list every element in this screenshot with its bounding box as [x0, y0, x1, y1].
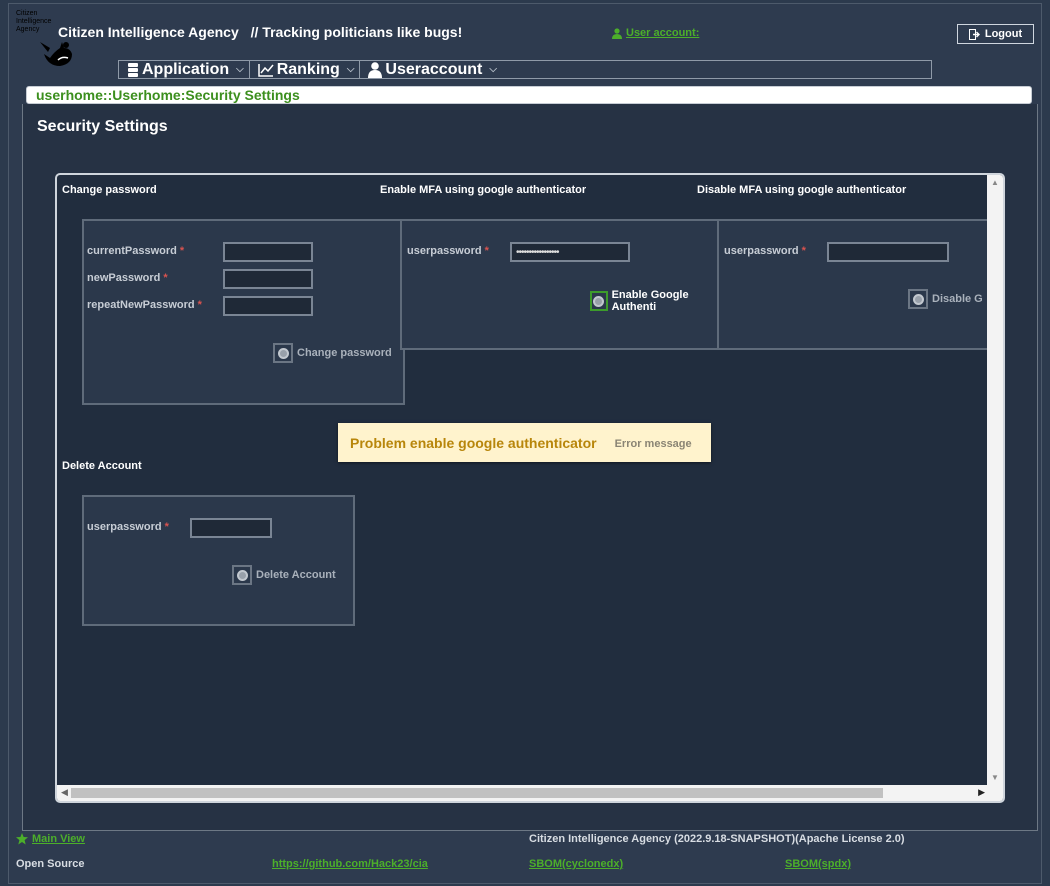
enable-mfa-password-label: userpassword * — [407, 245, 489, 257]
version-info: Citizen Intelligence Agency (2022.9.18-S… — [529, 833, 905, 845]
horizontal-scrollbar[interactable]: ◀ ▶ — [57, 785, 989, 801]
circle-icon — [593, 295, 605, 307]
main-view-label: Main View — [32, 833, 85, 845]
user-icon — [368, 61, 383, 78]
main-menubar: Application ⌵ Ranking ⌵ Useraccount ⌵ — [118, 60, 932, 79]
current-password-label: currentPassword * — [87, 245, 185, 257]
current-password-input[interactable] — [223, 242, 313, 262]
sign-out-icon — [968, 28, 980, 40]
menu-useraccount[interactable]: Useraccount ⌵ — [360, 61, 502, 78]
circle-icon — [277, 347, 289, 359]
menu-ranking-label: Ranking — [276, 60, 340, 78]
button-icon-box — [908, 289, 928, 309]
bug-logo-icon — [40, 42, 72, 66]
notification-title: Problem enable google authenticator — [350, 434, 597, 451]
notification-message: Error message — [614, 437, 692, 450]
agency-logo[interactable]: Citizen Intelligence Agency — [16, 10, 78, 70]
button-icon-box — [273, 343, 293, 363]
sbom-spdx-link[interactable]: SBOM(spdx) — [785, 858, 851, 870]
menu-application[interactable]: Application ⌵ — [119, 61, 250, 78]
breadcrumb: userhome::Userhome:Security Settings — [26, 86, 1032, 104]
enable-google-authenticator-label: Enable Google Authenti — [611, 289, 689, 313]
delete-account-button-label: Delete Account — [256, 569, 336, 581]
logout-button[interactable]: Logout — [957, 24, 1034, 44]
disable-google-authenticator-button[interactable]: Disable G — [908, 289, 983, 309]
security-settings-panel: Change password Enable MFA using google … — [55, 173, 1005, 803]
repeat-new-password-label: repeatNewPassword * — [87, 299, 202, 311]
repeat-new-password-input[interactable] — [223, 296, 313, 316]
delete-account-title: Delete Account — [62, 460, 142, 472]
logo-text: Citizen Intelligence Agency — [16, 10, 51, 34]
user-account-link[interactable]: User account: — [612, 27, 699, 39]
disable-google-authenticator-label: Disable G — [932, 293, 983, 305]
open-source-label: Open Source — [16, 858, 85, 870]
delete-account-password-label: userpassword * — [87, 521, 169, 533]
circle-icon — [236, 569, 248, 581]
scrollbar-thumb[interactable] — [71, 788, 883, 798]
change-password-form: currentPassword * newPassword * repeatNewP… — [82, 219, 405, 405]
enable-mfa-password-input[interactable] — [510, 242, 630, 262]
user-icon — [612, 27, 622, 39]
chevron-down-icon: ⌵ — [236, 64, 244, 75]
vertical-scrollbar[interactable]: ▲ ▼ — [987, 175, 1003, 785]
delete-account-button[interactable]: Delete Account — [232, 565, 336, 585]
server-icon — [128, 62, 138, 77]
change-password-title: Change password — [62, 184, 157, 196]
button-icon-box — [590, 291, 608, 311]
star-icon — [16, 833, 28, 845]
disable-mfa-password-input[interactable] — [827, 242, 949, 262]
chevron-down-icon: ⌵ — [489, 64, 497, 75]
scroll-right-icon[interactable]: ▶ — [978, 787, 985, 798]
logout-label: Logout — [984, 28, 1023, 40]
github-link[interactable]: https://github.com/Hack23/cia — [272, 858, 428, 870]
disable-mfa-form: userpassword * Disable G — [717, 219, 1003, 350]
disable-mfa-title: Disable MFA using google authenticator — [697, 184, 907, 196]
new-password-label: newPassword * — [87, 272, 168, 284]
user-account-label: User account: — [626, 27, 700, 39]
error-notification[interactable]: Problem enable google authenticator Erro… — [338, 423, 711, 462]
page-title: Security Settings — [37, 118, 168, 135]
disable-mfa-password-label: userpassword * — [724, 245, 806, 257]
main-view-link[interactable]: Main View — [16, 833, 85, 845]
scroll-corner — [987, 781, 1003, 801]
enable-mfa-title: Enable MFA using google authenticator — [380, 184, 587, 196]
delete-account-password-input[interactable] — [190, 518, 272, 538]
scroll-left-icon[interactable]: ◀ — [61, 787, 68, 798]
delete-account-form: userpassword * Delete Account — [82, 495, 355, 626]
menu-application-label: Application — [142, 60, 230, 78]
sbom-cyclonedx-link[interactable]: SBOM(cyclonedx) — [529, 858, 623, 870]
enable-mfa-form: userpassword* Enable Google Authenti — [400, 219, 719, 350]
app-name: Citizen Intelligence Agency — [58, 24, 239, 40]
change-password-button[interactable]: Change password — [273, 343, 392, 363]
button-icon-box — [232, 565, 252, 585]
scroll-up-icon[interactable]: ▲ — [991, 178, 999, 187]
new-password-input[interactable] — [223, 269, 313, 289]
line-chart-icon — [257, 63, 274, 77]
enable-google-authenticator-button[interactable]: Enable Google Authenti — [590, 289, 717, 313]
app-tagline: // Tracking politicians like bugs! — [250, 24, 463, 40]
menu-useraccount-label: Useraccount — [385, 60, 483, 78]
app-title: Citizen Intelligence Agency // Tracking … — [58, 24, 462, 40]
chevron-down-icon: ⌵ — [346, 64, 355, 75]
menu-ranking[interactable]: Ranking ⌵ — [250, 61, 361, 78]
circle-icon — [912, 293, 924, 305]
logo-text-content: Citizen Intelligence Agency — [16, 10, 52, 33]
change-password-button-label: Change password — [297, 347, 392, 359]
